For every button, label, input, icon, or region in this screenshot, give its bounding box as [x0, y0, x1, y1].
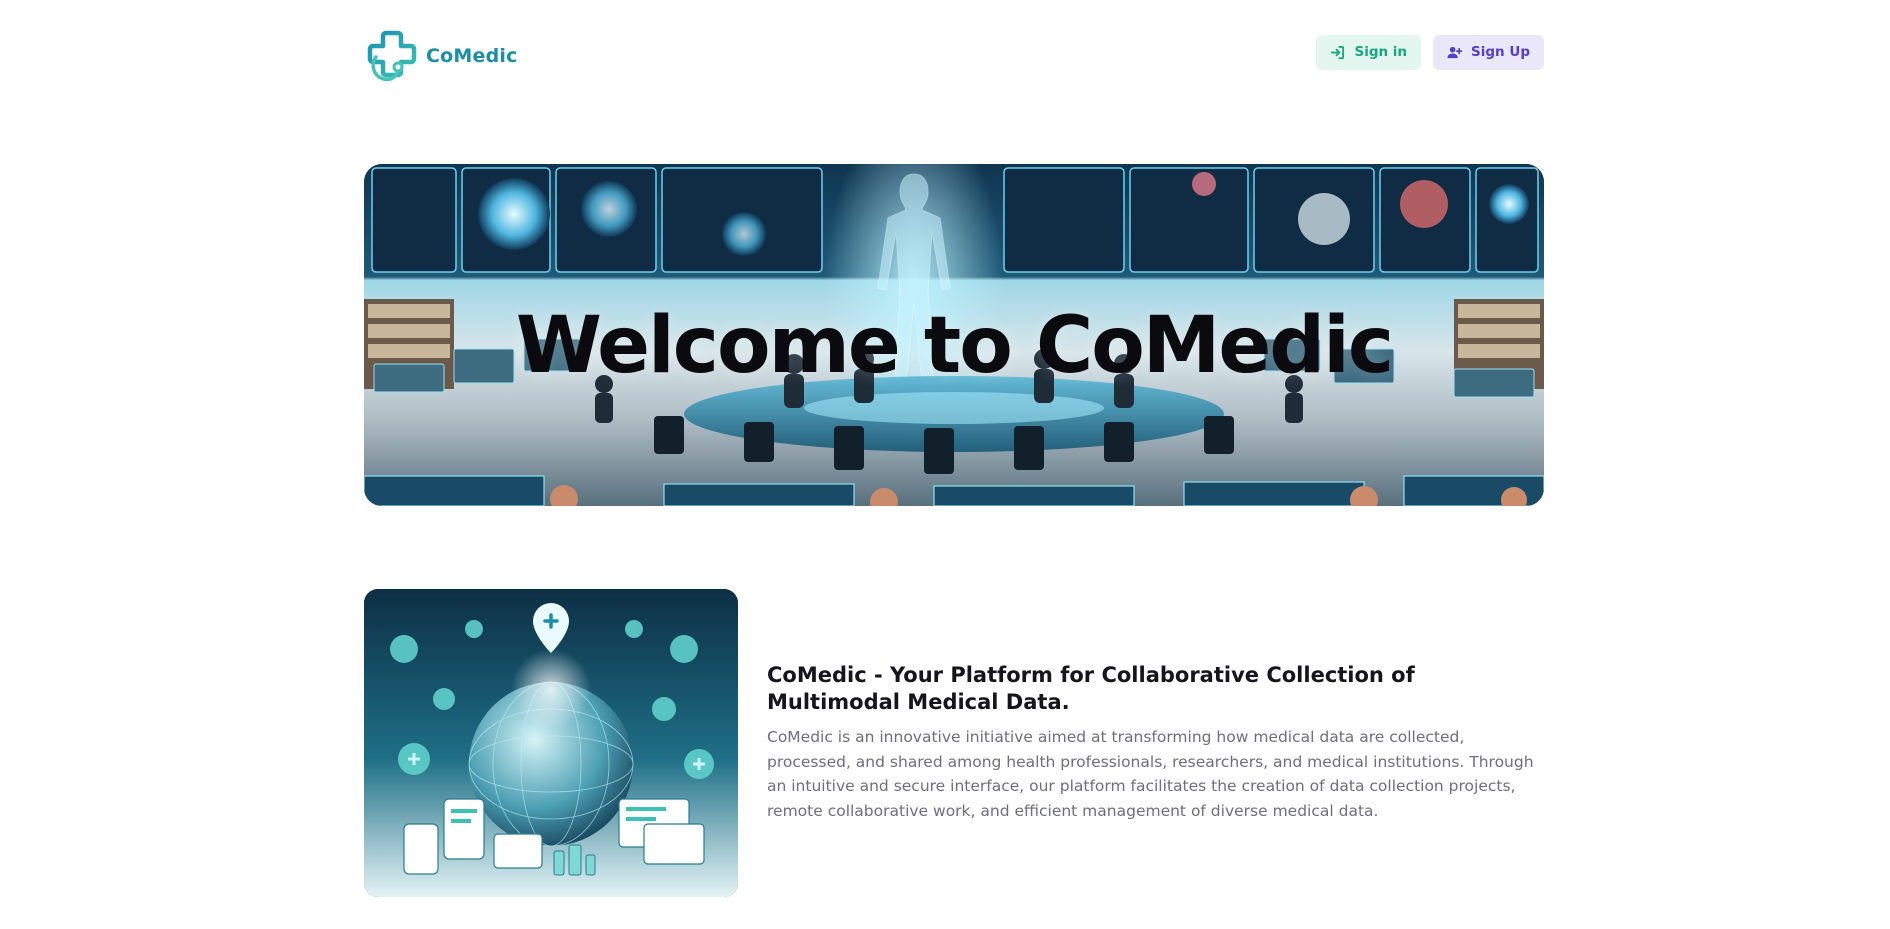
about-illustration — [364, 589, 738, 897]
site-header: CoMedic Sign in Sign Up — [364, 26, 1544, 86]
sign-up-button[interactable]: Sign Up — [1433, 34, 1544, 70]
sign-up-label: Sign Up — [1471, 44, 1530, 60]
sign-in-label: Sign in — [1354, 44, 1408, 60]
brand-home-link[interactable]: CoMedic — [364, 27, 518, 85]
medical-logo-icon — [367, 30, 417, 82]
digital-health-globe-illustration — [364, 589, 738, 897]
auth-buttons: Sign in Sign Up — [1316, 34, 1544, 70]
sign-in-button[interactable]: Sign in — [1316, 34, 1422, 70]
user-plus-icon — [1447, 46, 1463, 58]
hero-banner: Welcome to CoMedic — [364, 164, 1544, 506]
sign-in-icon — [1331, 45, 1345, 59]
about-description: CoMedic is an innovative initiative aime… — [767, 728, 1534, 820]
about-section: CoMedic - Your Platform for Collaborativ… — [767, 662, 1544, 823]
brand-name: CoMedic — [426, 45, 518, 67]
hero-title: Welcome to CoMedic — [515, 301, 1394, 391]
about-title: CoMedic - Your Platform for Collaborativ… — [767, 663, 1415, 714]
landing-page: CoMedic Sign in Sign Up Welcome to CoMed… — [0, 0, 1890, 929]
